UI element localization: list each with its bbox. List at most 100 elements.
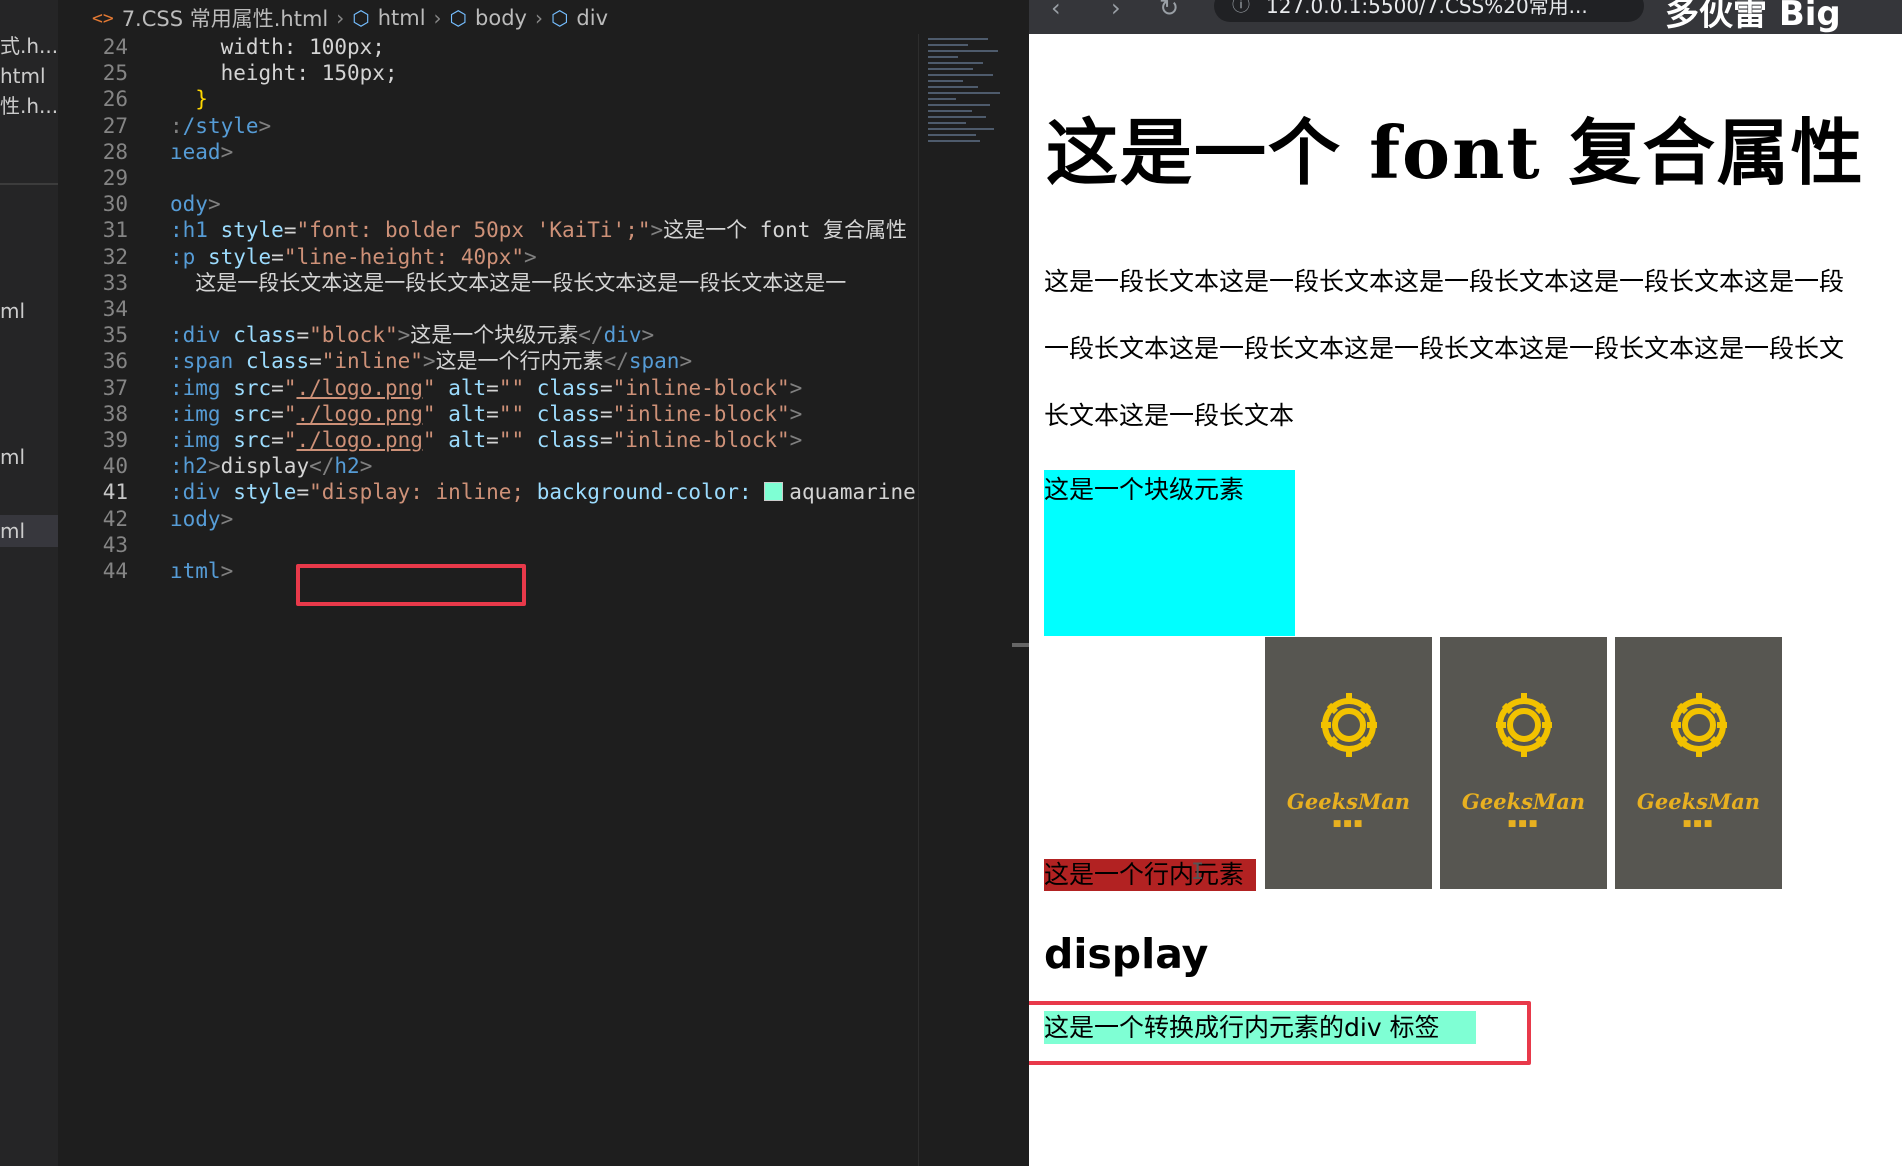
code-token: "inline-block": [612, 375, 790, 400]
code-token: =: [600, 375, 613, 400]
code-token: >: [220, 559, 234, 583]
code-token: "line-height: 40px": [283, 244, 525, 269]
explorer-item[interactable]: 性.h...: [0, 90, 58, 122]
code-area[interactable]: width: 100px; height: 150px; }:/style> ıe…: [170, 34, 920, 734]
minimap-line: [928, 62, 983, 64]
code-line[interactable]: :div style="display: inline; background-…: [170, 477, 916, 508]
code-line[interactable]: ıtml>: [170, 556, 233, 587]
code-token: >: [789, 401, 803, 426]
code-token: 这是一段长文本这是一段长文本这是一段长文本这是一段长文本这是一: [170, 270, 847, 295]
code-token: ": [422, 401, 436, 426]
explorer-divider: [0, 183, 58, 185]
breadcrumb: <> 7.CSS 常用属性.html › ⬡ html › ⬡ body › ⬡…: [58, 0, 1029, 36]
rendered-page: 这是一个 font 复合属性 这是一段长文本这是一段长文本这是一段长文本这是一段…: [1029, 34, 1902, 1166]
breadcrumb-file[interactable]: 7.CSS 常用属性.html: [122, 3, 329, 33]
cube-icon: ⬡: [352, 6, 370, 30]
code-token: 这是一个 font 复合属性: [663, 218, 907, 243]
minimap-line: [928, 104, 990, 106]
back-icon[interactable]: ‹: [1051, 0, 1061, 22]
code-token: >: [679, 349, 693, 374]
logo-dots: ■■■: [1682, 819, 1715, 829]
code-token: width: 100px;: [170, 35, 385, 59]
breadcrumb-html[interactable]: html: [378, 6, 426, 30]
breadcrumb-div[interactable]: div: [576, 6, 608, 30]
code-token: ıead: [170, 139, 221, 164]
logo-image: GeeksMan ■■■: [1440, 637, 1607, 889]
scrollbar-marker[interactable]: [1012, 643, 1029, 647]
code-token: ./logo.png: [296, 428, 423, 452]
code-token: >: [258, 113, 272, 138]
code-token: aquamarine: [789, 480, 916, 505]
code-token: alt: [448, 401, 487, 426]
minimap-line: [928, 92, 1000, 94]
code-token: </: [309, 454, 335, 479]
code-token: >: [220, 506, 234, 531]
code-token: :: [170, 113, 183, 138]
logo-dots: ■■■: [1507, 819, 1540, 829]
page-heading: 这是一个 font 复合属性: [1046, 110, 1865, 195]
explorer-item[interactable]: html: [0, 60, 58, 92]
inline-element: 这是一个行内元素: [1044, 859, 1256, 891]
explorer-item[interactable]: 式.h...: [0, 30, 58, 62]
code-token: alt: [448, 375, 487, 400]
code-token: ": [283, 375, 297, 400]
minimap-line: [928, 56, 958, 58]
address-bar[interactable]: ⓘ 127.0.0.1:5500/7.CSS%20常用...: [1214, 0, 1644, 22]
minimap-divider: [918, 34, 919, 1166]
code-token: "inline": [321, 349, 423, 374]
code-editor[interactable]: 式.h... html 性.h... ml ml ml <> 7.CSS 常用属…: [0, 0, 1029, 1166]
minimap-line: [928, 80, 963, 82]
reload-icon[interactable]: ↻: [1159, 0, 1179, 22]
forward-icon[interactable]: ›: [1111, 0, 1121, 22]
code-line[interactable]: 这是一段长文本这是一段长文本这是一段长文本这是一段长文本这是一: [170, 268, 846, 299]
explorer-item-selected[interactable]: ml: [0, 515, 58, 547]
browser-toolbar: ‹ › ↻ ⓘ 127.0.0.1:5500/7.CSS%20常用... 多伙雷…: [1029, 0, 1902, 34]
code-token: div: [603, 323, 642, 348]
html-file-icon: <>: [92, 7, 114, 29]
code-token: height: 150px;: [170, 61, 398, 86]
code-token: >: [422, 349, 436, 374]
explorer-item[interactable]: ml: [0, 441, 58, 473]
code-token: :p: [170, 244, 196, 269]
minimap-line: [928, 68, 973, 70]
logo-brand-text: GeeksMan: [1286, 789, 1411, 814]
color-swatch-icon[interactable]: [764, 482, 784, 502]
code-token: :h1: [170, 218, 208, 243]
paragraph-line: 一段长文本这是一段长文本这是一段长文本这是一段长文本这是一段长文: [1044, 334, 1845, 363]
code-token: h2: [334, 454, 360, 479]
code-token: "inline-block": [612, 401, 790, 426]
code-token: >: [220, 139, 234, 164]
code-token: class: [233, 323, 297, 348]
breadcrumb-body[interactable]: body: [475, 6, 527, 30]
code-token: ": [283, 428, 297, 452]
chevron-right-icon: ›: [336, 6, 345, 30]
code-token: >: [524, 244, 537, 269]
minimap-line: [928, 110, 972, 112]
page-highlight-box: [1029, 1001, 1531, 1065]
code-token: src: [233, 428, 272, 452]
explorer-item[interactable]: ml: [0, 295, 58, 327]
minimap-line: [928, 116, 986, 118]
code-token: =: [271, 428, 284, 452]
logo-image: GeeksMan ■■■: [1265, 637, 1432, 889]
logo-brand-text: GeeksMan: [1461, 789, 1586, 814]
code-line[interactable]: ıead>: [170, 137, 233, 168]
info-icon[interactable]: ⓘ: [1232, 0, 1250, 22]
code-line[interactable]: ıody>: [170, 504, 233, 535]
code-token: style: [207, 244, 272, 269]
code-token: ": [422, 428, 436, 452]
block-element-text: 这是一个块级元素: [1044, 475, 1245, 504]
code-token: >: [650, 218, 664, 243]
code-token: /style: [182, 113, 259, 138]
minimap[interactable]: [928, 34, 1010, 154]
code-token: =: [600, 401, 613, 426]
